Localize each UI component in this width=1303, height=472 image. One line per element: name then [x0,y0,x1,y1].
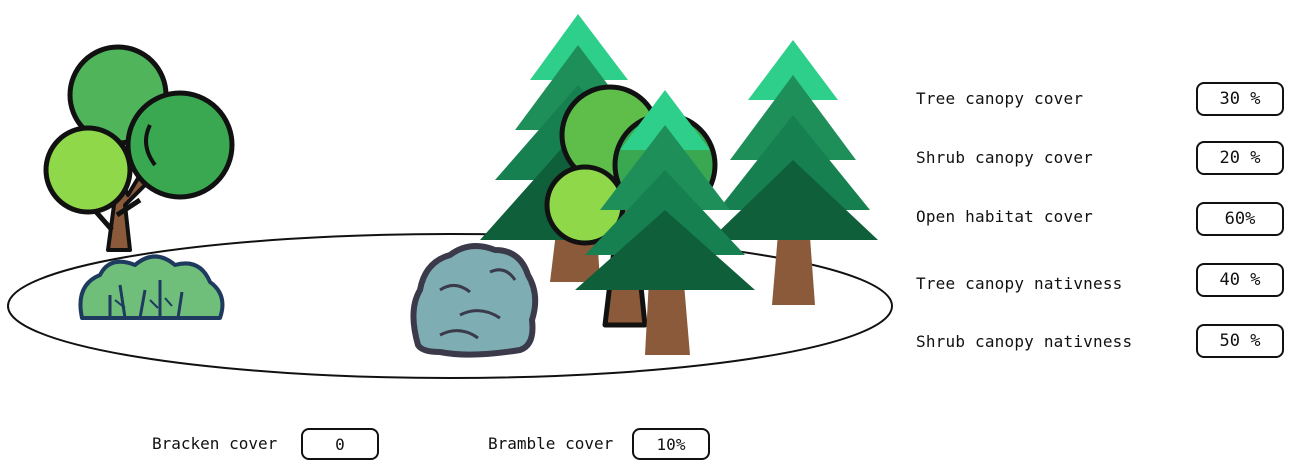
metric-label-open-habitat-cover: Open habitat cover [916,207,1093,226]
metric-value-shrub-canopy-nativness[interactable]: 50 % [1196,324,1284,358]
bracken-cover-label: Bracken cover [152,434,278,453]
deciduous-tree-icon [43,44,235,252]
metric-value-open-habitat-cover[interactable]: 60% [1196,202,1284,236]
bramble-icon [410,243,539,358]
metric-label-shrub-canopy-cover: Shrub canopy cover [916,148,1093,167]
shrub-icon [78,254,225,320]
bramble-cover-value[interactable]: 10% [632,428,710,460]
conifer-tree-icon [710,40,878,305]
metric-label-shrub-canopy-nativness: Shrub canopy nativness [916,332,1133,351]
metric-value-tree-canopy-cover[interactable]: 30 % [1196,82,1284,116]
bracken-cover-value[interactable]: 0 [301,428,379,460]
bramble-cover-label: Bramble cover [488,434,614,453]
metric-value-shrub-canopy-cover[interactable]: 20 % [1196,141,1284,175]
metric-label-tree-canopy-nativness: Tree canopy nativness [916,274,1123,293]
metric-value-tree-canopy-nativness[interactable]: 40 % [1196,263,1284,297]
metric-label-tree-canopy-cover: Tree canopy cover [916,89,1084,108]
habitat-scene [7,14,893,379]
